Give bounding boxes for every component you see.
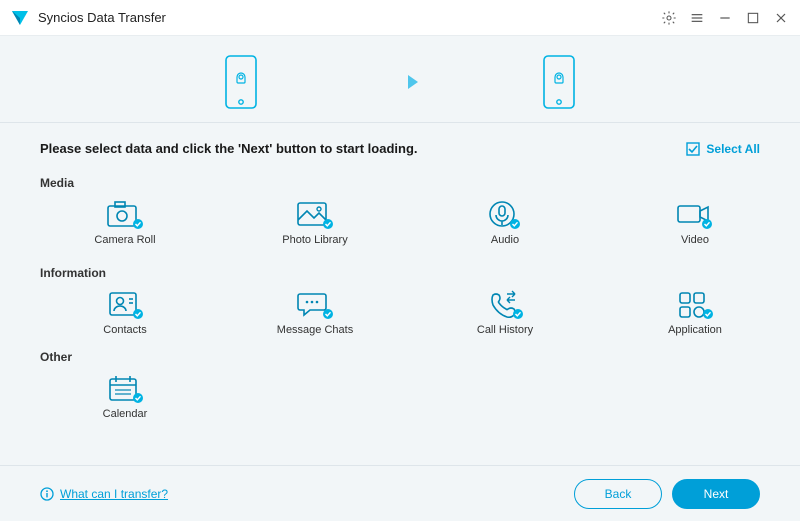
item-message-chats[interactable]: Message Chats	[270, 288, 360, 336]
select-all-checkbox-icon	[686, 142, 700, 156]
instruction-row: Please select data and click the 'Next' …	[40, 141, 760, 156]
content-area: Please select data and click the 'Next' …	[0, 122, 800, 420]
item-label: Message Chats	[277, 324, 353, 336]
item-video[interactable]: Video	[650, 198, 740, 246]
back-button[interactable]: Back	[574, 479, 662, 509]
item-label: Photo Library	[282, 234, 347, 246]
section-title-information: Information	[40, 266, 760, 280]
calendar-icon	[105, 372, 145, 404]
video-icon	[675, 198, 715, 230]
item-audio[interactable]: Audio	[460, 198, 550, 246]
section-title-media: Media	[40, 176, 760, 190]
item-contacts[interactable]: Contacts	[80, 288, 170, 336]
item-label: Application	[668, 324, 722, 336]
help-link[interactable]: What can I transfer?	[40, 487, 564, 501]
photo-library-icon	[295, 198, 335, 230]
footer-bar: What can I transfer? Back Next	[0, 465, 800, 521]
item-label: Video	[681, 234, 709, 246]
item-label: Calendar	[103, 408, 148, 420]
call-history-icon	[485, 288, 525, 320]
information-grid: Contacts Message Chats Call History Appl…	[40, 288, 760, 336]
item-label: Audio	[491, 234, 519, 246]
title-bar: Syncios Data Transfer	[0, 0, 800, 36]
arrow-icon	[380, 70, 420, 94]
select-all-toggle[interactable]: Select All	[686, 142, 760, 156]
maximize-icon[interactable]	[744, 9, 762, 27]
minimize-icon[interactable]	[716, 9, 734, 27]
app-logo-icon	[10, 8, 30, 28]
item-photo-library[interactable]: Photo Library	[270, 198, 360, 246]
item-application[interactable]: Application	[650, 288, 740, 336]
gear-icon[interactable]	[660, 9, 678, 27]
item-label: Camera Roll	[94, 234, 155, 246]
media-grid: Camera Roll Photo Library Audio Video	[40, 198, 760, 246]
item-camera-roll[interactable]: Camera Roll	[80, 198, 170, 246]
select-all-label: Select All	[706, 142, 760, 156]
app-title: Syncios Data Transfer	[38, 10, 660, 25]
devices-row	[0, 36, 800, 122]
next-button[interactable]: Next	[672, 479, 760, 509]
source-device-icon	[222, 54, 260, 110]
contacts-icon	[105, 288, 145, 320]
item-label: Contacts	[103, 324, 146, 336]
close-icon[interactable]	[772, 9, 790, 27]
info-icon	[40, 487, 54, 501]
target-device-icon	[540, 54, 578, 110]
application-icon	[675, 288, 715, 320]
title-right	[660, 9, 790, 27]
camera-roll-icon	[105, 198, 145, 230]
audio-icon	[485, 198, 525, 230]
message-chats-icon	[295, 288, 335, 320]
menu-icon[interactable]	[688, 9, 706, 27]
item-label: Call History	[477, 324, 533, 336]
other-grid: Calendar	[40, 372, 760, 420]
help-link-label: What can I transfer?	[60, 487, 168, 501]
section-title-other: Other	[40, 350, 760, 364]
item-calendar[interactable]: Calendar	[80, 372, 170, 420]
instruction-text: Please select data and click the 'Next' …	[40, 141, 418, 156]
item-call-history[interactable]: Call History	[460, 288, 550, 336]
